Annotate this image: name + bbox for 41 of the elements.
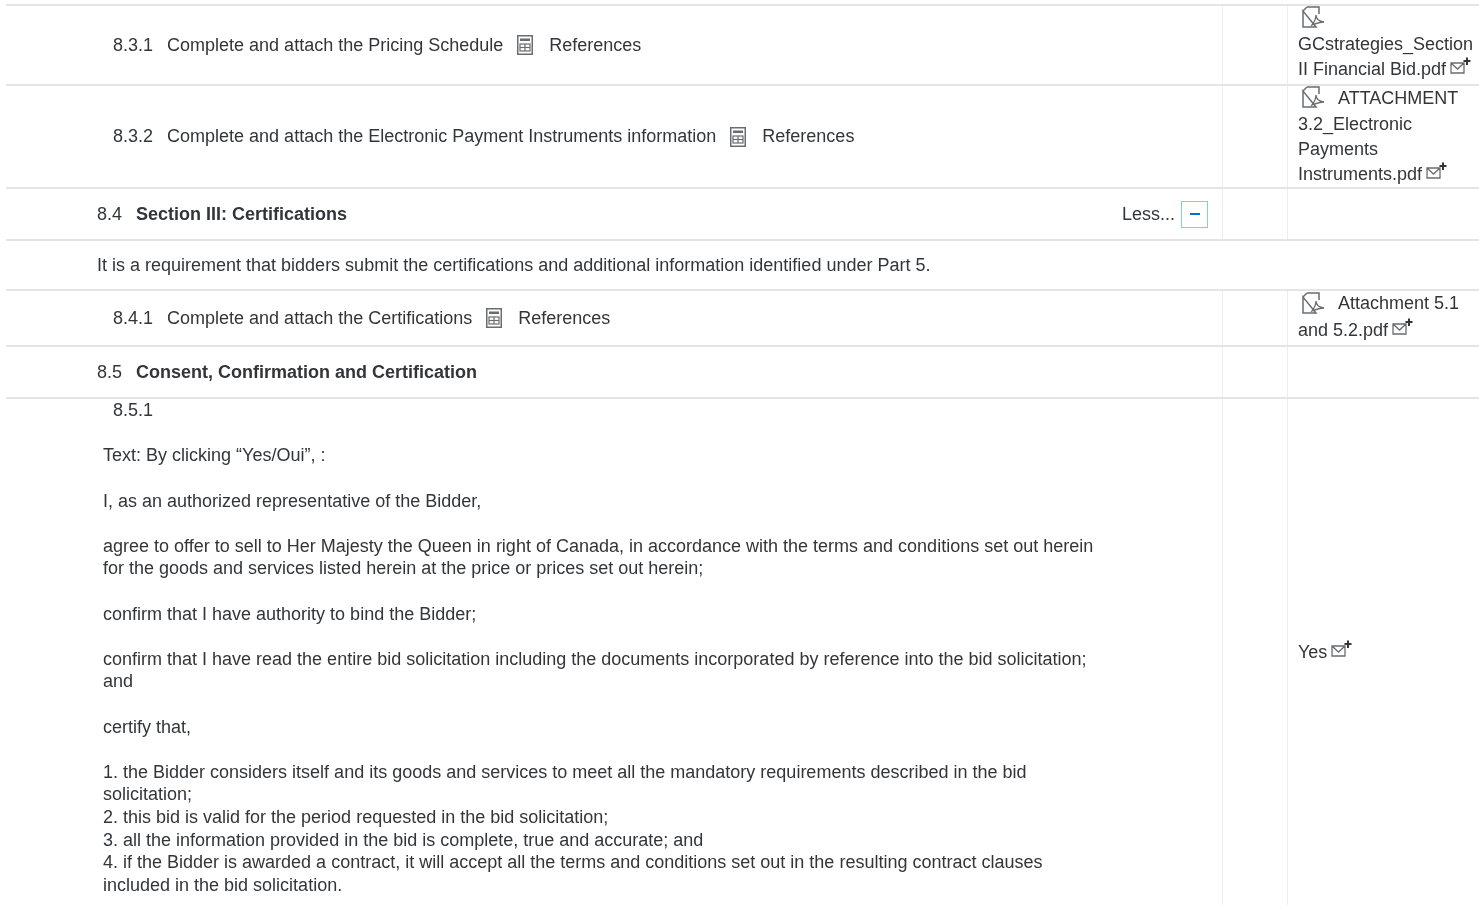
references-link[interactable]: References bbox=[518, 307, 611, 329]
consent-paragraph: confirm that I have authority to bind the Bidder; bbox=[103, 602, 478, 626]
certification-item: 1. the Bidder considers itself and its goods and services to meet all the mandatory requirements described in the bid solicitation; bbox=[103, 760, 1028, 806]
pdf-file-icon bbox=[1302, 86, 1326, 109]
answer-value: Yes bbox=[1298, 642, 1328, 663]
references-link[interactable]: References bbox=[549, 34, 642, 56]
requirement-text: It is a requirement that bidders submit the certifications and additional information identified under Part 5. bbox=[97, 254, 931, 276]
item-number: 8.3.2 bbox=[113, 126, 154, 148]
mail-plus-icon[interactable] bbox=[1392, 317, 1415, 336]
item-title: Complete and attach the Certifications bbox=[167, 307, 473, 329]
certification-item: 3. all the information provided in the bid is complete, true and accurate; and bbox=[103, 828, 705, 852]
consent-paragraph: confirm that I have read the entire bid solicitation including the documents incorporated by reference into the bid solicitation; and bbox=[103, 647, 1088, 693]
toggle-label[interactable]: Less... bbox=[1121, 203, 1175, 225]
attachment-file-link[interactable]: GCstrategies_Section II Financial Bid.pdf bbox=[1298, 6, 1474, 83]
certification-item: 4. if the Bidder is awarded a contract, it will accept all the terms and conditions set out in the resulting contract clauses included in the bid solicitation. bbox=[103, 851, 1044, 897]
pdf-file-icon bbox=[1302, 291, 1326, 314]
item-title: Complete and attach the Electronic Payment Instruments information bbox=[167, 126, 717, 148]
section-title: Consent, Confirmation and Certification bbox=[136, 361, 478, 383]
attachment-file-link[interactable]: Attachment 5.1 and 5.2.pdf bbox=[1298, 291, 1473, 343]
consent-paragraph: I, as an authorized representative of the Bidder, bbox=[103, 489, 483, 513]
item-number: 8.3.1 bbox=[113, 34, 154, 56]
item-number: 8.4.1 bbox=[113, 307, 154, 329]
section-number: 8.5 bbox=[97, 361, 123, 383]
table-document-icon bbox=[730, 126, 747, 147]
references-link[interactable]: References bbox=[762, 126, 855, 148]
section-title: Section III: Certifications bbox=[136, 203, 348, 225]
section-number: 8.4 bbox=[97, 203, 123, 225]
collapse-button[interactable] bbox=[1181, 200, 1208, 228]
mail-plus-icon[interactable] bbox=[1450, 57, 1473, 76]
consent-paragraph: Text: By clicking “Yes/Oui”, : bbox=[103, 444, 327, 468]
consent-paragraph: certify that, bbox=[103, 715, 193, 739]
table-document-icon bbox=[486, 308, 503, 329]
mail-plus-icon[interactable] bbox=[1331, 640, 1354, 659]
table-document-icon bbox=[517, 35, 534, 55]
attachment-file-link[interactable]: ATTACHMENT 3.2_Electronic Payments Instruments.pdf bbox=[1298, 86, 1473, 188]
mail-plus-icon[interactable] bbox=[1426, 162, 1449, 181]
certification-item: 2. this bid is valid for the period requested in the bid solicitation; bbox=[103, 805, 610, 829]
pdf-file-icon bbox=[1302, 6, 1326, 29]
question-number: 8.5.1 bbox=[112, 399, 155, 422]
consent-paragraph: agree to offer to sell to Her Majesty the Queen in right of Canada, in accordance with the terms and conditions set out herein for the goods and services listed herein at the price or prices set out herein; bbox=[103, 534, 1095, 580]
item-title: Complete and attach the Pricing Schedule bbox=[167, 34, 504, 56]
